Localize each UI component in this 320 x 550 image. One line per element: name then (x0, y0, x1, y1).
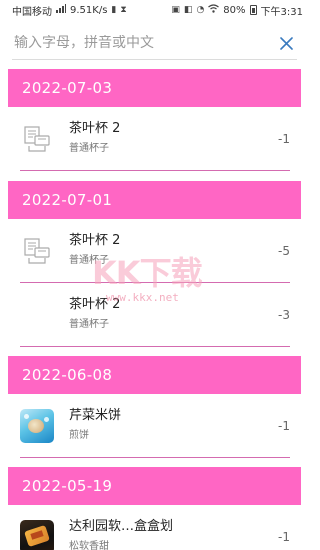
food-photo (20, 408, 54, 443)
item-count: -1 (278, 418, 290, 433)
search-bar (0, 20, 309, 66)
list-item[interactable]: 达利园软…盒盒划 松软香甜 -1 (20, 505, 290, 550)
item-text: 达利园软…盒盒划 松软香甜 (69, 518, 270, 550)
item-category: 普通杯子 (69, 255, 109, 266)
item-count: -1 (278, 131, 290, 146)
food-thumbnail (20, 408, 54, 443)
item-count: -1 (278, 529, 290, 544)
close-icon[interactable] (277, 34, 295, 52)
signal-icon (56, 4, 66, 16)
item-count: -3 (278, 307, 290, 322)
date-label: 2022-06-08 (22, 366, 113, 384)
list-item[interactable]: 芹菜米饼 煎饼 -1 (20, 394, 290, 458)
item-text: 茶叶杯 2 普通杯子 (69, 296, 270, 333)
list-item[interactable]: 茶叶杯 2 普通杯子 -1 (20, 107, 290, 171)
date-label: 2022-07-01 (22, 191, 113, 209)
date-label: 2022-05-19 (22, 477, 113, 495)
item-name: 茶叶杯 2 (69, 297, 121, 312)
list-item[interactable]: 茶叶杯 2 普通杯子 -3 (20, 283, 290, 347)
nfc-icon: ▣ (171, 5, 180, 15)
carrier-label: 中国移动 (12, 6, 52, 18)
item-text: 芹菜米饼 煎饼 (69, 407, 270, 444)
wifi-icon (208, 4, 220, 16)
sim-icon: ▮ (111, 5, 117, 15)
battery-icon (249, 5, 257, 15)
clock: 下午3:31 (260, 6, 303, 18)
date-header: 2022-05-19 (8, 467, 301, 505)
status-bar: 中国移动 9.51K/s ▮ ⧗ ▣ ◧ ◔ 80% 下午3:31 (0, 0, 309, 20)
item-text: 茶叶杯 2 普通杯子 (69, 232, 270, 269)
item-category: 普通杯子 (69, 319, 109, 330)
snack-thumbnail (20, 519, 54, 550)
date-header: 2022-07-01 (8, 181, 301, 219)
status-bar-left: 中国移动 9.51K/s ▮ ⧗ (12, 3, 127, 18)
item-name: 达利园软…盒盒划 (69, 519, 174, 534)
alarm-icon: ◔ (196, 5, 205, 15)
vibrate-icon: ◧ (183, 5, 193, 15)
item-category: 普通杯子 (69, 143, 109, 154)
empty-icon-slot (20, 298, 54, 332)
item-text: 茶叶杯 2 普通杯子 (69, 120, 270, 157)
snack-box-photo (20, 519, 54, 550)
item-category: 煎饼 (69, 430, 89, 441)
date-label: 2022-07-03 (22, 79, 113, 97)
item-name: 茶叶杯 2 (69, 233, 121, 248)
date-header: 2022-06-08 (8, 356, 301, 394)
search-input[interactable] (14, 35, 277, 51)
list-item[interactable]: 茶叶杯 2 普通杯子 -5 (20, 219, 290, 283)
cup-placeholder-icon (20, 234, 54, 268)
cup-placeholder-icon (20, 122, 54, 156)
record-list: 2022-07-03 茶叶杯 2 普通杯子 -1 2022-07-01 茶叶杯 … (0, 66, 309, 550)
battery-percent: 80% (223, 4, 246, 16)
item-category: 松软香甜 (69, 541, 109, 550)
item-count: -5 (278, 243, 290, 258)
network-speed: 9.51K/s (70, 4, 108, 16)
item-name: 芹菜米饼 (69, 408, 122, 423)
item-name: 茶叶杯 2 (69, 121, 121, 136)
status-bar-right: ▣ ◧ ◔ 80% 下午3:31 (171, 3, 303, 18)
date-header: 2022-07-03 (8, 69, 301, 107)
hourglass-icon: ⧗ (120, 5, 127, 15)
